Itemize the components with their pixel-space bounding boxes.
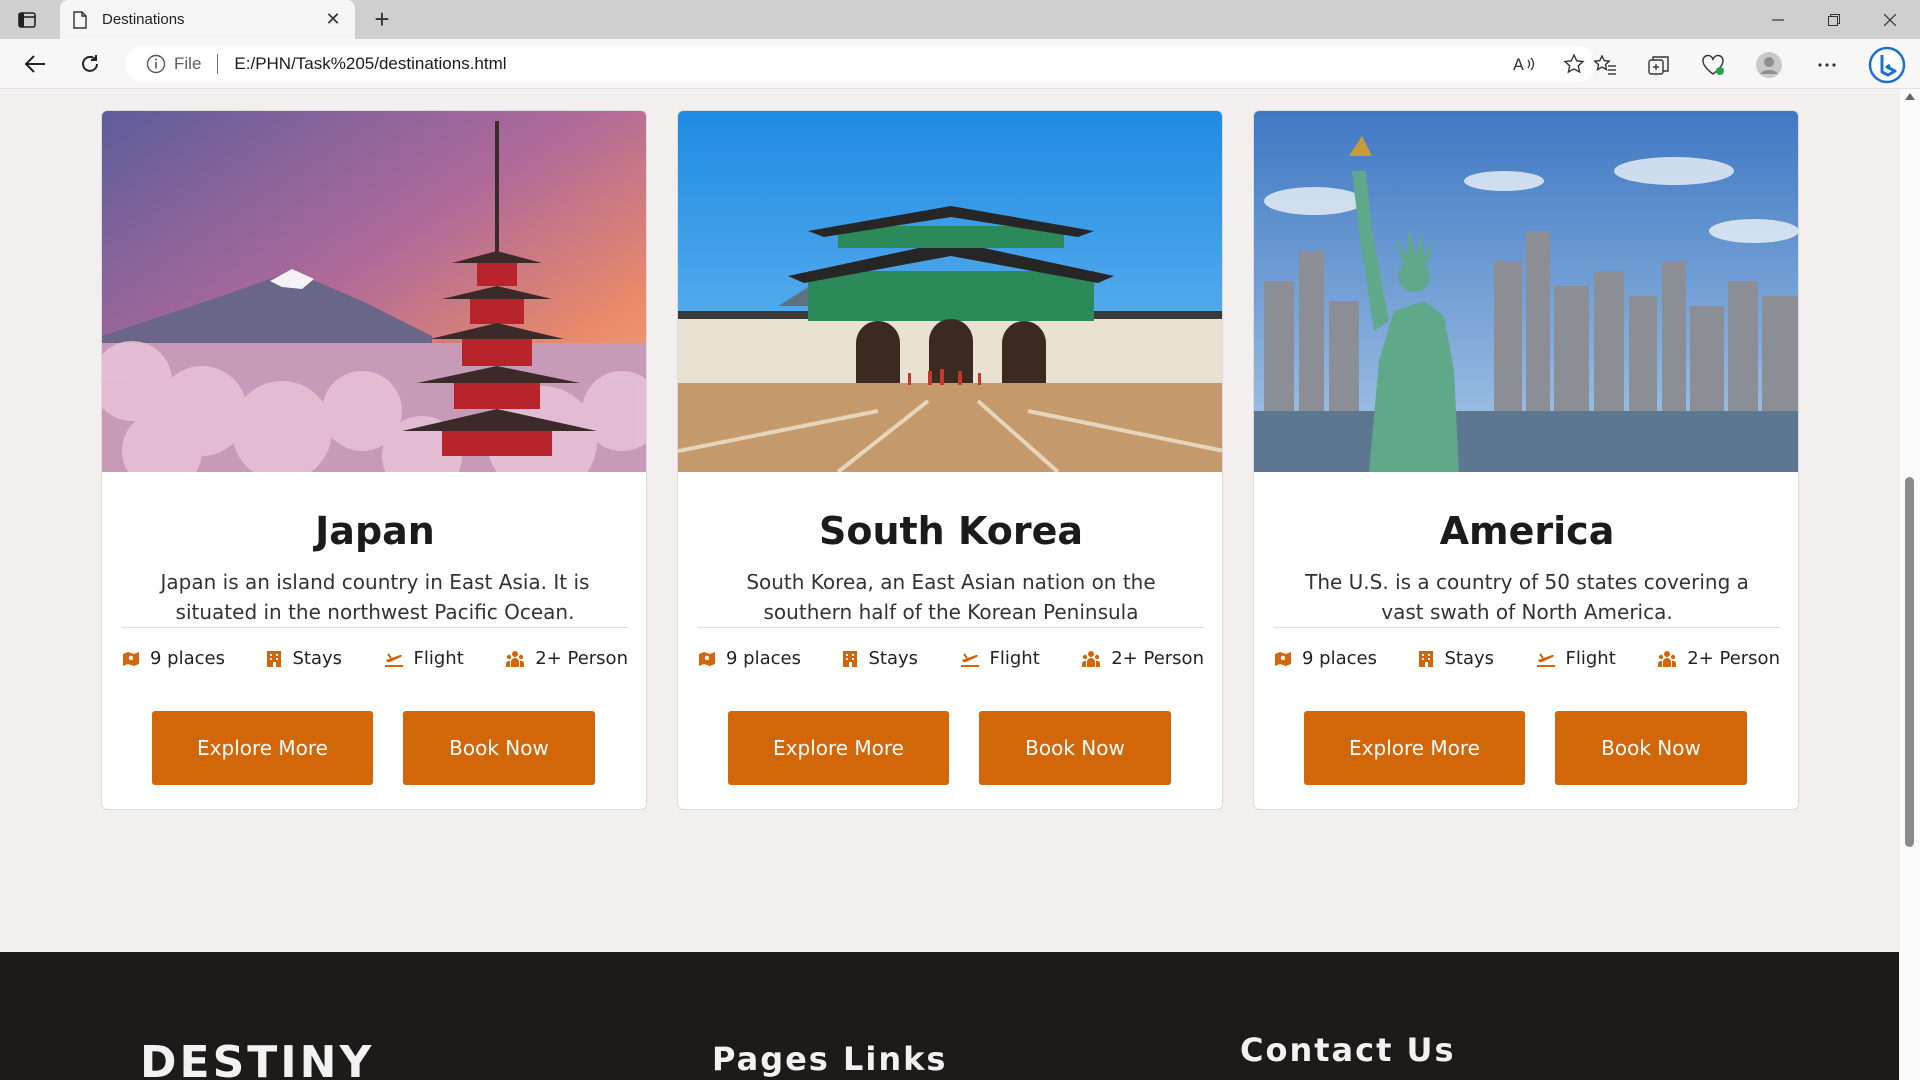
feature-flight: Flight (1536, 648, 1616, 669)
book-now-button[interactable]: Book Now (403, 711, 595, 785)
back-arrow-icon[interactable] (20, 49, 50, 79)
document-icon (72, 10, 90, 29)
address-scheme: File (174, 54, 202, 73)
read-aloud-icon[interactable]: A (1512, 52, 1536, 76)
book-now-button[interactable]: Book Now (1555, 711, 1747, 785)
card-features: 9 places Stays Flight 2+ Person (1274, 648, 1780, 669)
feature-label: Flight (413, 648, 464, 669)
close-window-icon[interactable] (1862, 0, 1918, 39)
favorites-icon[interactable] (1592, 52, 1618, 78)
tab-title: Destinations (102, 11, 185, 28)
feature-label: Stays (1444, 648, 1495, 669)
feature-stays: Stays (1418, 648, 1494, 669)
page-viewport: Japan Japan is an island country in East… (0, 89, 1899, 1080)
scroll-up-arrow-icon[interactable] (1905, 93, 1915, 100)
destination-image-america (1254, 111, 1798, 472)
destination-image-japan (102, 111, 646, 472)
people-icon (1657, 650, 1677, 668)
card-description: The U.S. is a country of 50 states cover… (1305, 570, 1749, 624)
more-options-icon[interactable] (1814, 52, 1840, 78)
browser-tab-bar: Destinations ✕ + (0, 0, 1920, 39)
building-icon (1418, 650, 1434, 668)
feature-stays: Stays (266, 648, 342, 669)
explore-more-button[interactable]: Explore More (152, 711, 373, 785)
destination-image-south-korea (678, 111, 1222, 472)
minimize-icon[interactable] (1750, 0, 1806, 39)
destination-card-america: America The U.S. is a country of 50 stat… (1253, 110, 1799, 810)
destination-card-south-korea: South Korea South Korea, an East Asian n… (677, 110, 1223, 810)
feature-places: 9 places (698, 648, 801, 669)
card-description: Japan is an island country in East Asia.… (160, 570, 590, 624)
feature-label: Flight (989, 648, 1040, 669)
footer-pages-heading: Pages Links (712, 1040, 948, 1078)
bing-chat-icon[interactable] (1868, 46, 1906, 84)
card-divider (698, 627, 1204, 628)
map-icon (698, 650, 716, 668)
info-icon[interactable] (146, 54, 166, 74)
browser-tab[interactable]: Destinations ✕ (60, 0, 355, 39)
feature-label: Stays (292, 648, 343, 669)
reload-icon[interactable] (75, 49, 105, 79)
collections-icon[interactable] (1646, 52, 1672, 78)
site-footer: DESTINY Pages Links Contact Us (0, 952, 1899, 1080)
tab-close-icon[interactable]: ✕ (323, 9, 343, 30)
feature-places: 9 places (122, 648, 225, 669)
address-separator (217, 54, 219, 74)
map-icon (1274, 650, 1292, 668)
address-bar[interactable]: File E:/PHN/Task%205/destinations.html A (126, 46, 1596, 82)
footer-brand: DESTINY (140, 1037, 375, 1080)
feature-label: Flight (1565, 648, 1616, 669)
card-divider (1274, 627, 1780, 628)
card-features: 9 places Stays Flight 2+ Person (698, 648, 1204, 669)
feature-persons: 2+ Person (1657, 648, 1780, 669)
people-icon (1081, 650, 1101, 668)
feature-label: 2+ Person (535, 648, 628, 669)
feature-label: 2+ Person (1111, 648, 1204, 669)
feature-flight: Flight (384, 648, 464, 669)
card-divider (122, 627, 628, 628)
page-scrollbar[interactable] (1900, 89, 1920, 1080)
feature-persons: 2+ Person (1081, 648, 1204, 669)
card-features: 9 places Stays Flight 2+ Person (122, 648, 628, 669)
plane-icon (960, 650, 980, 668)
tab-actions-icon[interactable] (16, 9, 38, 31)
browser-toolbar: File E:/PHN/Task%205/destinations.html A (0, 39, 1920, 89)
favorite-star-icon[interactable] (1562, 52, 1586, 76)
address-url[interactable]: E:/PHN/Task%205/destinations.html (234, 54, 506, 74)
svg-text:A: A (1513, 55, 1524, 74)
building-icon (842, 650, 858, 668)
feature-stays: Stays (842, 648, 918, 669)
feature-label: 2+ Person (1687, 648, 1780, 669)
browser-essentials-icon[interactable] (1700, 52, 1726, 78)
building-icon (266, 650, 282, 668)
feature-label: 9 places (150, 648, 225, 669)
profile-avatar-icon[interactable] (1756, 52, 1782, 78)
new-tab-button[interactable]: + (368, 6, 396, 34)
feature-persons: 2+ Person (505, 648, 628, 669)
card-title: South Korea (818, 509, 1083, 553)
feature-flight: Flight (960, 648, 1040, 669)
scroll-thumb[interactable] (1905, 477, 1914, 847)
people-icon (505, 650, 525, 668)
explore-more-button[interactable]: Explore More (728, 711, 949, 785)
plane-icon (384, 650, 404, 668)
destination-card-japan: Japan Japan is an island country in East… (101, 110, 647, 810)
feature-label: 9 places (726, 648, 801, 669)
card-description: South Korea, an East Asian nation on the… (746, 570, 1156, 624)
book-now-button[interactable]: Book Now (979, 711, 1171, 785)
feature-label: Stays (868, 648, 919, 669)
footer-contact-heading: Contact Us (1240, 1031, 1456, 1069)
explore-more-button[interactable]: Explore More (1304, 711, 1525, 785)
plane-icon (1536, 650, 1556, 668)
card-title: America (1439, 509, 1615, 553)
map-icon (122, 650, 140, 668)
feature-label: 9 places (1302, 648, 1377, 669)
feature-places: 9 places (1274, 648, 1377, 669)
card-title: Japan (315, 509, 435, 553)
restore-icon[interactable] (1806, 0, 1862, 39)
